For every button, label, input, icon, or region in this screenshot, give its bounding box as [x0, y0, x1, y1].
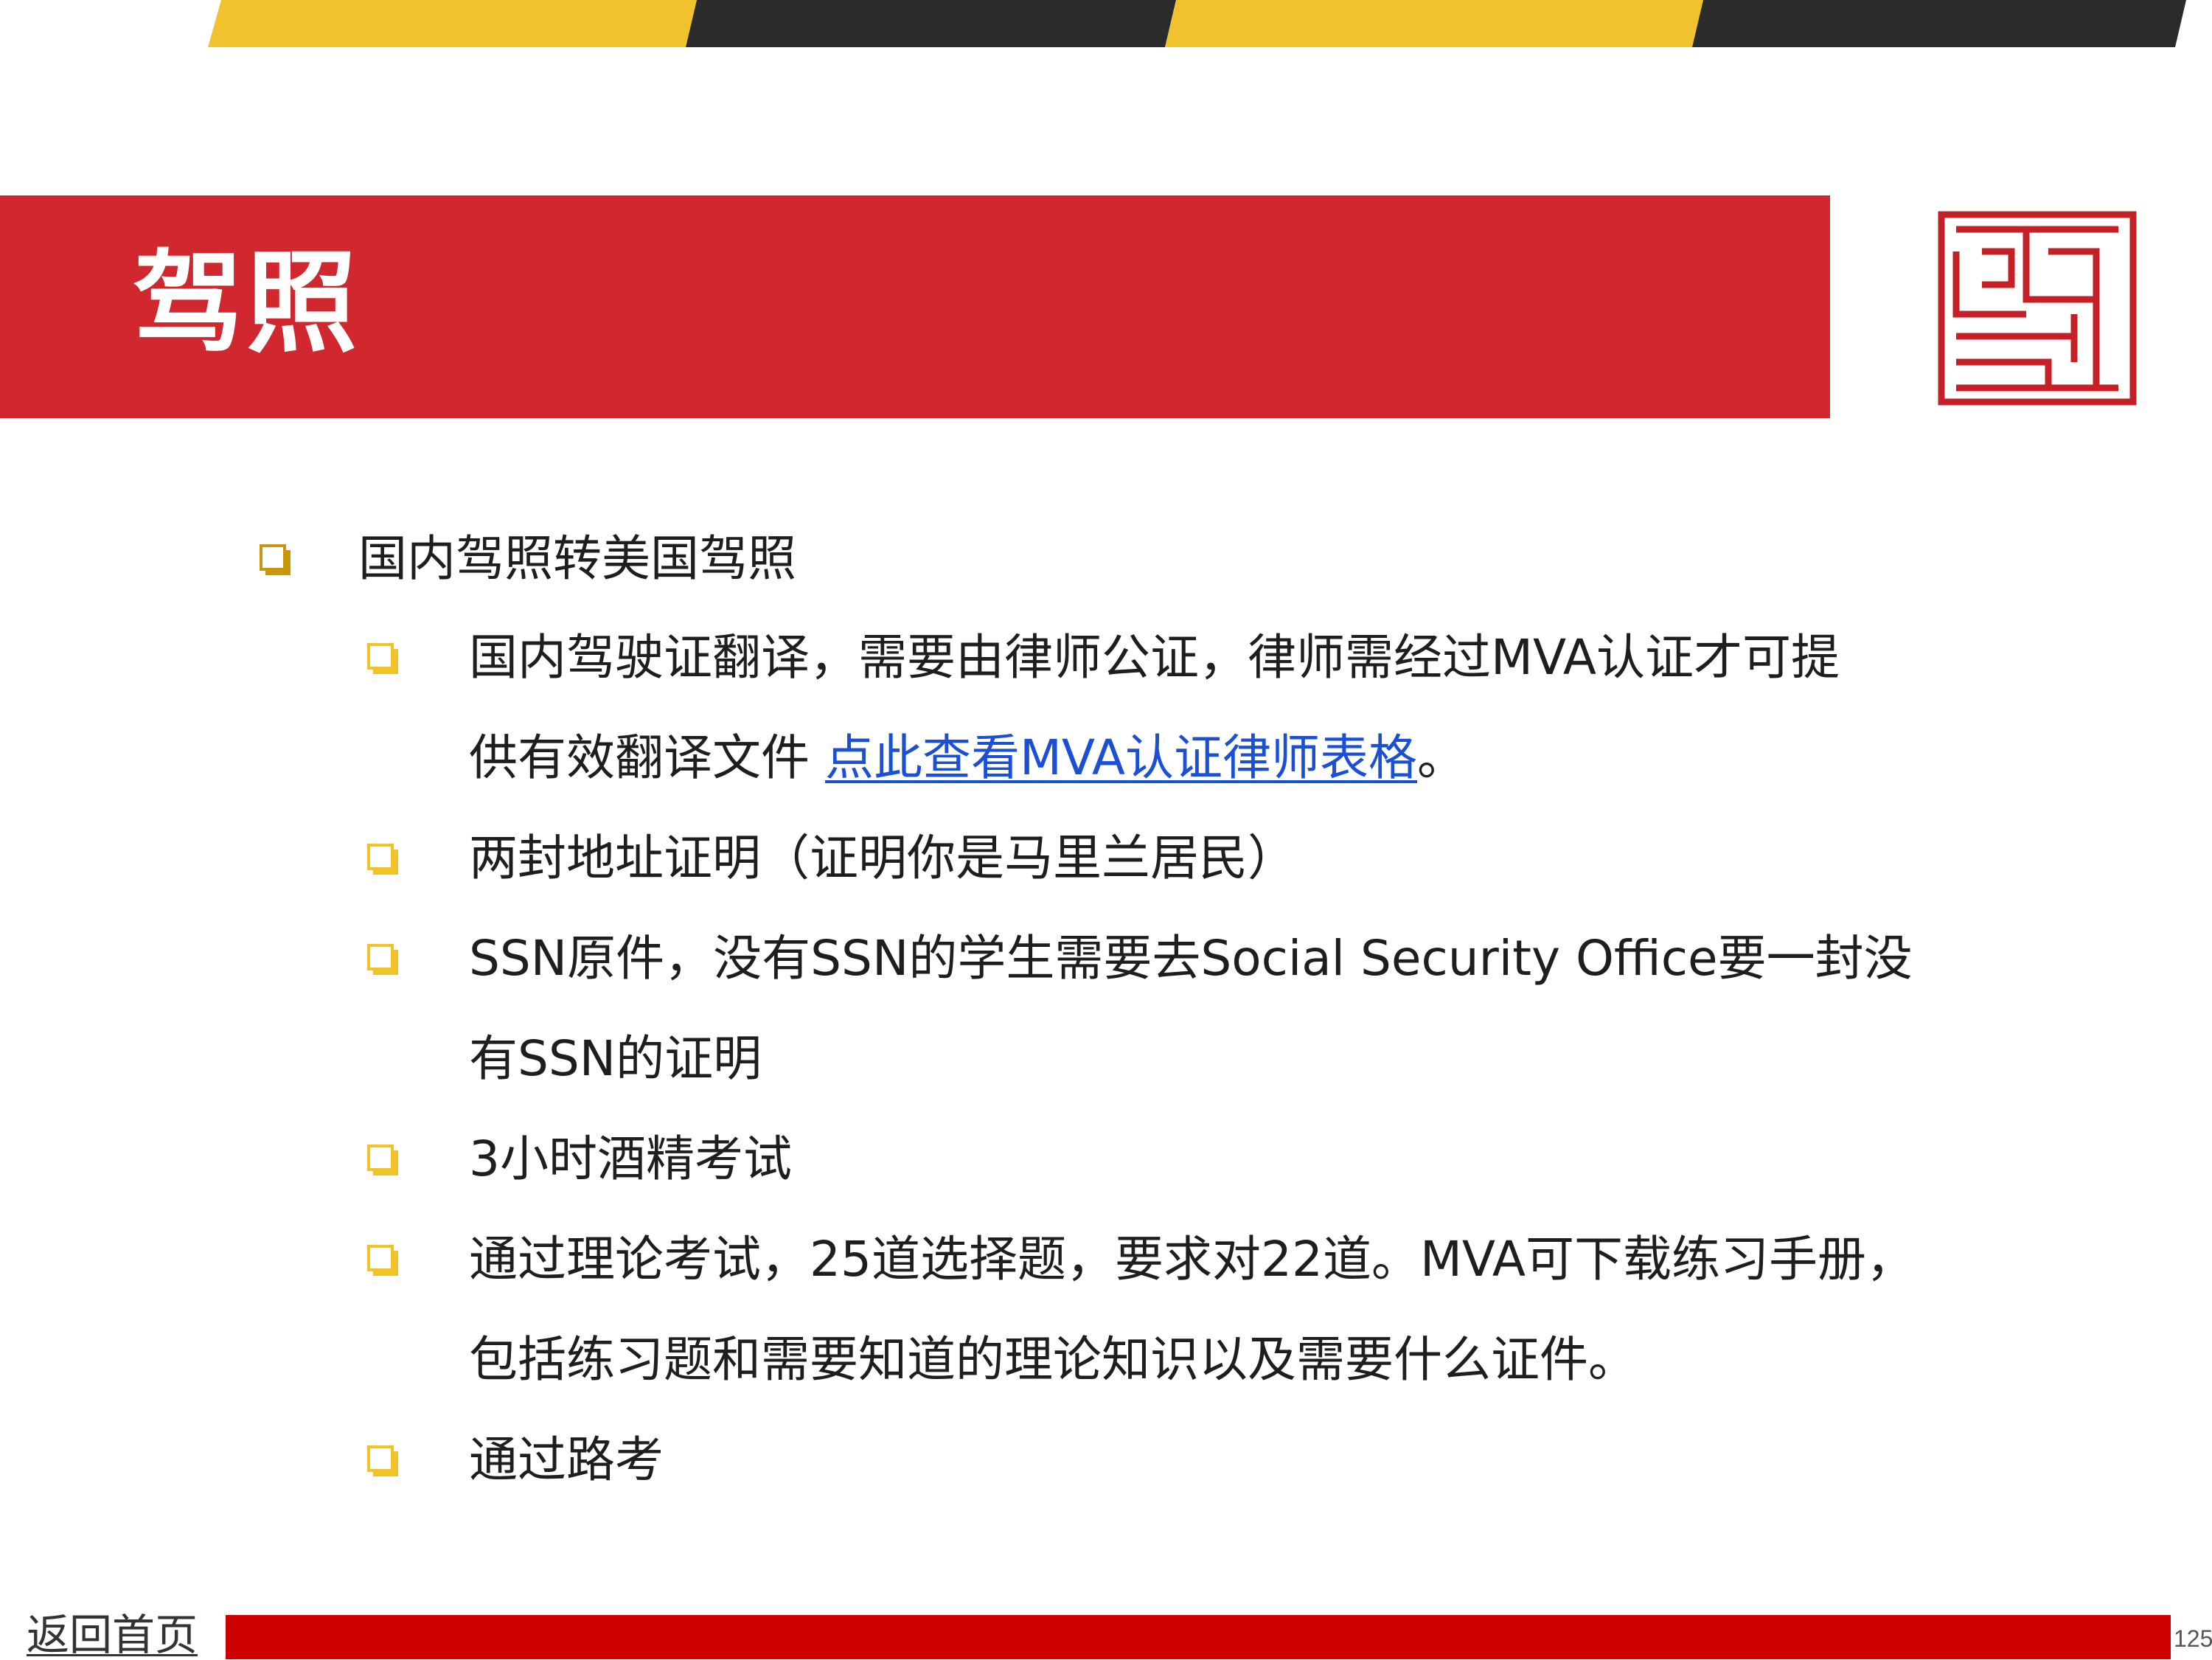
bullet-translation-line2: 供有效翻译文件 点此查看MVA认证律师表格。 [469, 724, 1466, 792]
bullet-ssn-line2: 有SSN的证明 [469, 1030, 762, 1087]
bullet-address-proof: 两封地址证明（证明你是马里兰居民） [469, 830, 1296, 886]
footer-bar [226, 1615, 2171, 1659]
bullet-ssn-line1: SSN原件，没有SSN的学生需要去Social Security Office要… [469, 930, 1913, 987]
bullet-road-test: 通过路考 [469, 1431, 664, 1488]
bullet-alcohol-exam: 3小时酒精考试 [469, 1131, 792, 1187]
checkbox-bullet-icon [367, 1145, 400, 1177]
page-number: 125 [2174, 1625, 2212, 1652]
home-link[interactable]: 返回首页 [27, 1611, 198, 1659]
stripe-dark-1 [686, 0, 1176, 47]
slide: 驾照 国内驾照转美国驾照 国内驾驶证翻译，需要由律师公证，律师需经过MVA认证才… [0, 0, 2212, 1659]
bullet-translation-prefix: 供有效翻译文件 [469, 729, 825, 786]
seal-logo-icon [1938, 211, 2137, 406]
checkbox-bullet-icon [367, 1245, 400, 1277]
top-stripe-graphic [208, 0, 2186, 47]
top-stripe [0, 0, 2212, 47]
mva-lawyer-table-link[interactable]: 点此查看MVA认证律师表格 [825, 729, 1417, 786]
bullet-translation-suffix: 。 [1417, 729, 1467, 786]
page-title: 驾照 [133, 240, 361, 368]
bullet-translation-line1: 国内驾驶证翻译，需要由律师公证，律师需经过MVA认证才可提 [469, 629, 1840, 686]
checkbox-bullet-icon [367, 1445, 400, 1478]
checkbox-bullet-icon [367, 643, 400, 676]
stripe-dark-2 [1692, 0, 2186, 47]
bullet-theory-test-line1: 通过理论考试，25道选择题，要求对22道。MVA可下载练习手册， [469, 1231, 1915, 1288]
bullet-theory-test-line2: 包括练习题和需要知道的理论知识以及需要什么证件。 [469, 1331, 1637, 1388]
stripe-yellow-2 [1165, 0, 1703, 47]
bullet-main: 国内驾照转美国驾照 [358, 530, 796, 587]
checkbox-bullet-icon [367, 944, 400, 976]
stripe-yellow-1 [208, 0, 697, 47]
checkbox-bullet-icon [367, 844, 400, 876]
checkbox-bullet-icon [260, 544, 292, 577]
